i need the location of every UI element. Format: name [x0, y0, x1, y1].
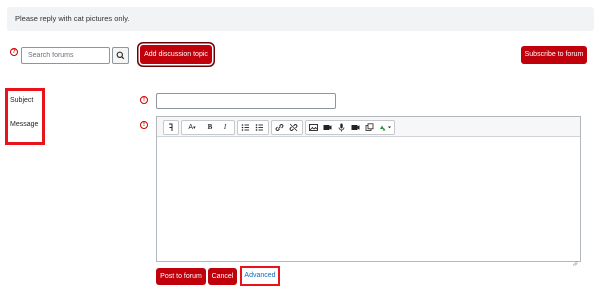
record-video-button[interactable] — [349, 121, 362, 134]
video-camera-icon — [351, 125, 360, 130]
advanced-link[interactable]: Advanced — [240, 266, 280, 286]
insert-image-button[interactable] — [307, 121, 320, 134]
numbered-list-icon — [255, 124, 263, 131]
toolbar-group-lists — [237, 120, 269, 135]
link-icon — [275, 124, 284, 131]
recycle-menu-button[interactable] — [377, 121, 393, 134]
subject-input[interactable] — [156, 93, 336, 109]
subject-label: Subject — [10, 97, 34, 104]
subject-required-icon: ! — [140, 96, 148, 104]
message-required-icon: ! — [140, 121, 148, 129]
show-more-icon — [169, 123, 173, 131]
search-input[interactable] — [21, 47, 110, 64]
unlink-button[interactable] — [287, 121, 300, 134]
font-color-button[interactable]: A▾ — [182, 121, 202, 134]
post-to-forum-button[interactable]: Post to forum — [156, 268, 206, 285]
unordered-list-button[interactable] — [239, 121, 252, 134]
microphone-icon — [338, 123, 345, 132]
link-button[interactable] — [273, 121, 286, 134]
toolbar-group-media — [305, 120, 395, 135]
editor-resize-handle[interactable] — [572, 253, 578, 266]
toolbar-group-links — [271, 120, 303, 135]
message-editor[interactable]: A▾ B I — [156, 116, 581, 266]
resize-grip-icon — [572, 260, 578, 266]
image-icon — [309, 124, 318, 131]
italic-button[interactable]: I — [218, 121, 232, 134]
unlink-icon — [289, 123, 298, 132]
toolbar-group-style: A▾ B I — [181, 120, 235, 135]
search-help-icon[interactable]: ? — [10, 48, 18, 56]
forum-intro-notice: Please reply with cat pictures only. — [7, 7, 594, 31]
add-discussion-topic-button[interactable]: Add discussion topic — [140, 45, 212, 64]
search-button[interactable] — [112, 47, 129, 64]
ordered-list-button[interactable] — [253, 121, 266, 134]
media-icon — [323, 125, 332, 130]
bullet-list-icon — [241, 124, 249, 131]
cancel-button[interactable]: Cancel — [208, 268, 237, 285]
insert-media-button[interactable] — [321, 121, 334, 134]
copy-files-icon — [365, 123, 374, 131]
toolbar-toggle-button[interactable] — [164, 121, 178, 134]
bold-button[interactable]: B — [203, 121, 217, 134]
search-icon — [116, 51, 125, 60]
editor-toolbar: A▾ B I — [157, 117, 580, 137]
toolbar-group-collapse — [163, 120, 179, 135]
record-audio-button[interactable] — [335, 121, 348, 134]
message-label: Message — [10, 121, 39, 128]
manage-files-button[interactable] — [363, 121, 376, 134]
subscribe-button[interactable]: Subscribe to forum — [521, 46, 587, 64]
notice-text: Please reply with cat pictures only. — [15, 14, 130, 23]
recycle-icon — [380, 125, 391, 131]
